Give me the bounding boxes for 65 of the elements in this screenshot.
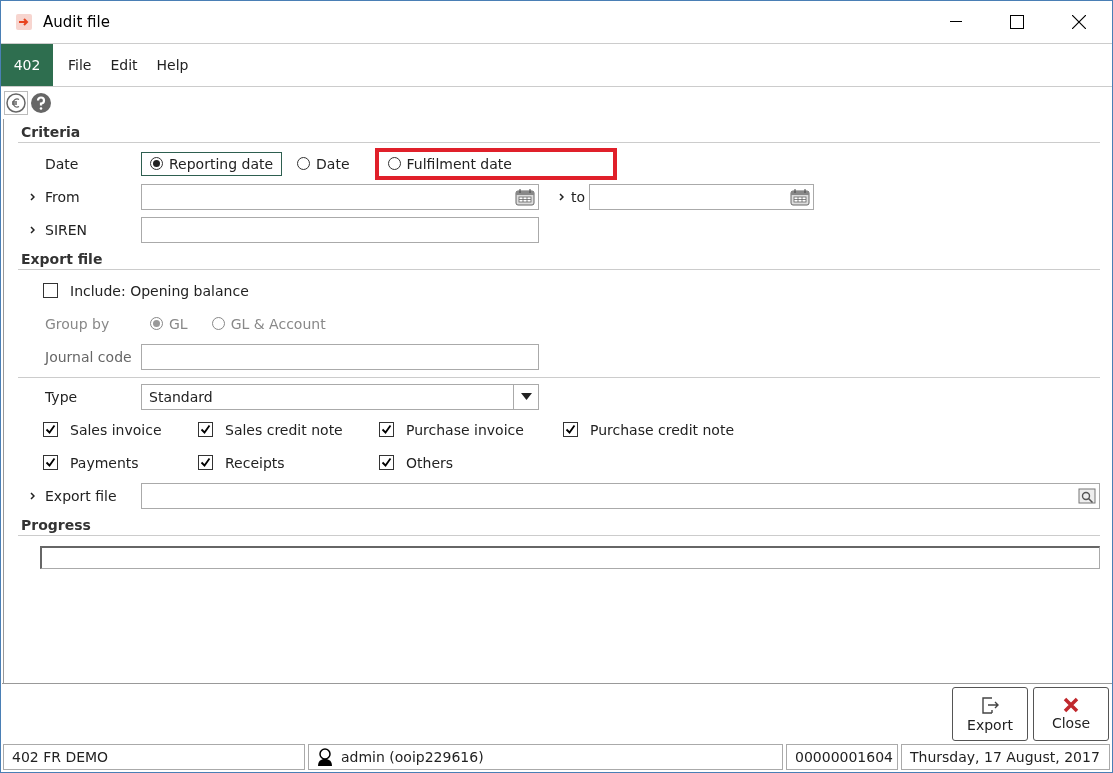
checkbox-label: Others (406, 454, 454, 471)
checkbox[interactable] (43, 455, 58, 470)
export-button[interactable]: Export (952, 687, 1028, 741)
dropdown-arrow-icon[interactable] (520, 393, 532, 400)
status-company: 402 FR DEMO (3, 744, 305, 770)
calendar-icon[interactable] (790, 187, 811, 206)
status-user: admin (ooip229616) (341, 749, 484, 765)
radio-option[interactable]: GL (141, 311, 197, 336)
chevron-icon (30, 491, 35, 500)
checkbox-label: Purchase invoice (406, 421, 524, 438)
chevron-icon (559, 192, 564, 201)
checkbox[interactable] (198, 455, 213, 470)
menu-item[interactable]: Edit (110, 57, 138, 73)
close-icon (1063, 697, 1079, 713)
help-icon[interactable] (31, 93, 51, 113)
checkbox[interactable] (43, 283, 58, 298)
menu-item[interactable]: File (68, 57, 92, 73)
date-field[interactable] (589, 183, 815, 210)
export-file-field[interactable] (141, 482, 1100, 509)
type-dropdown[interactable]: Standard (141, 383, 539, 410)
field-label: From (45, 188, 81, 205)
checkbox-label: Include: Opening balance (70, 282, 249, 299)
close-icon[interactable] (1072, 15, 1086, 29)
company-badge: 402 (1, 44, 53, 86)
radio-option[interactable]: Reporting date (141, 151, 283, 176)
field-label: Type (45, 388, 79, 405)
menu-item[interactable]: Help (156, 57, 189, 73)
field-label: Date (45, 155, 80, 172)
minimize-icon[interactable] (950, 21, 962, 23)
close-button[interactable]: Close (1033, 687, 1109, 741)
checkbox[interactable] (379, 455, 394, 470)
export-icon (980, 695, 1000, 715)
checkbox-label: Receipts (225, 454, 285, 471)
field-label: Export file (45, 487, 118, 504)
section-heading: Criteria (21, 124, 81, 140)
app-icon (16, 14, 32, 30)
date-field[interactable] (141, 183, 539, 210)
section-heading: Export file (21, 251, 103, 267)
checkbox[interactable] (43, 422, 58, 437)
maximize-icon[interactable] (1010, 15, 1024, 29)
field-label: Journal code (45, 348, 133, 365)
checkbox-label: Payments (70, 454, 139, 471)
radio-option[interactable]: GL & Account (202, 311, 335, 336)
checkbox-label: Purchase credit note (590, 421, 735, 438)
siren-field[interactable] (141, 216, 539, 243)
browse-icon[interactable] (1078, 487, 1096, 504)
section-heading: Progress (21, 517, 91, 533)
checkbox[interactable] (198, 422, 213, 437)
checkbox[interactable] (563, 422, 578, 437)
checkbox-label: Sales invoice (70, 421, 162, 438)
journal-code-field[interactable] (141, 343, 539, 370)
euro-icon[interactable] (4, 91, 28, 115)
field-label: SIREN (45, 221, 89, 238)
checkbox-label: Sales credit note (225, 421, 343, 438)
radio-option[interactable]: Date (288, 151, 359, 176)
window-title: Audit file (43, 13, 110, 31)
chevron-icon (30, 192, 35, 201)
field-label: to (571, 188, 586, 205)
status-date: Thursday, 17 August, 2017 (901, 744, 1110, 770)
status-number: 00000001604 (786, 744, 898, 770)
checkbox[interactable] (379, 422, 394, 437)
field-label: Group by (45, 315, 111, 332)
calendar-icon[interactable] (515, 187, 535, 206)
user-silhouette-icon (317, 748, 333, 766)
chevron-icon (30, 225, 35, 234)
